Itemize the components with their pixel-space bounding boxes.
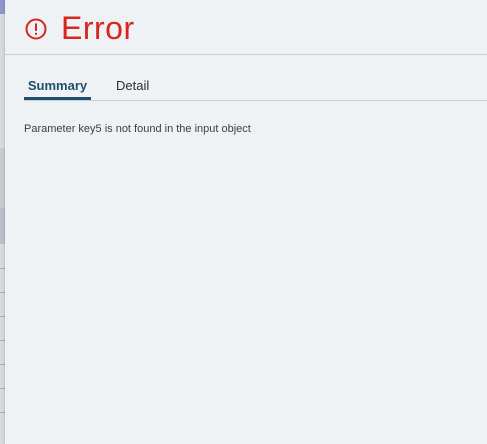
tab-bar: Summary Detail [24, 74, 487, 101]
tab-summary[interactable]: Summary [24, 74, 91, 100]
tab-detail[interactable]: Detail [116, 74, 156, 98]
alert-circle-icon [25, 18, 47, 40]
dialog-header: Error [5, 0, 487, 55]
dialog-title: Error [61, 10, 135, 46]
error-dialog-panel: Error Summary Detail Parameter key5 is n… [5, 0, 487, 444]
error-message: Parameter key5 is not found in the input… [24, 123, 251, 135]
